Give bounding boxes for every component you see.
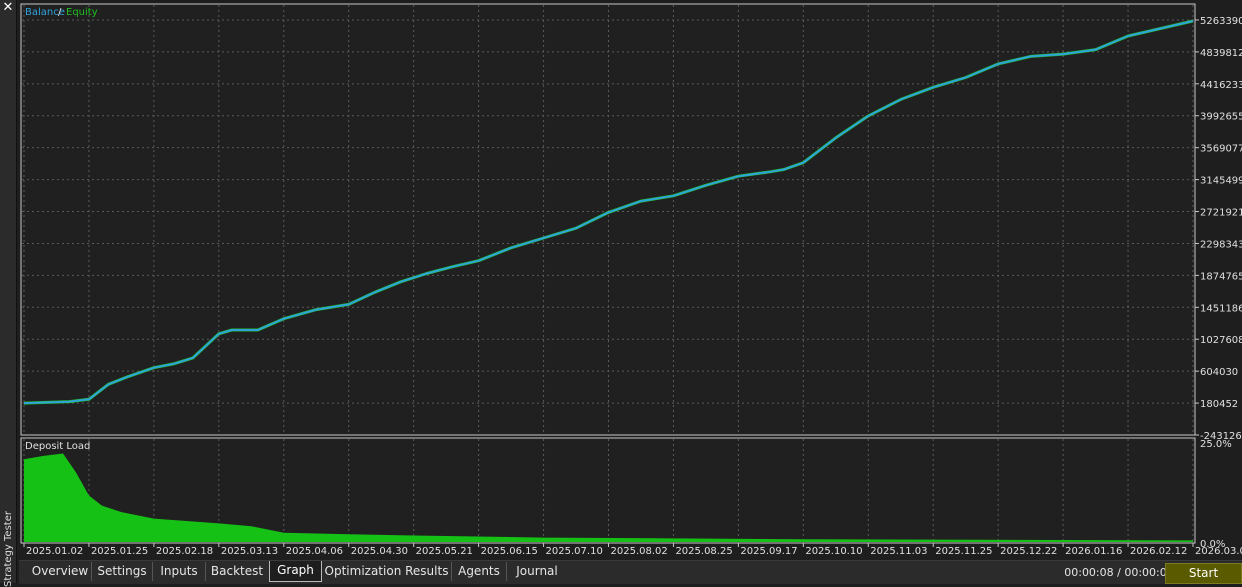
x-tick-label: 2025.11.03 [870, 546, 927, 557]
legend-equity: Equity [66, 7, 98, 18]
tab-overview[interactable]: Overview [29, 562, 92, 581]
x-tick-label: 2025.08.02 [611, 546, 668, 557]
x-tick-label: 2025.02.18 [156, 546, 213, 557]
tester-tab-bar: Overview Settings Inputs Backtest Graph … [19, 560, 1242, 584]
x-tick-label: 2025.01.02 [26, 546, 83, 557]
panel-title: Strategy Tester [3, 511, 14, 587]
x-tick-label: 2025.04.30 [351, 546, 408, 557]
y-tick-label: 4416233 [1200, 80, 1242, 91]
y-tick-label: 2721921 [1200, 208, 1242, 219]
y-tick-label: 180452 [1200, 399, 1238, 410]
tab-inputs[interactable]: Inputs [153, 562, 206, 581]
x-tick-label: 2025.11.25 [935, 546, 992, 557]
tab-settings[interactable]: Settings [92, 562, 153, 581]
x-tick-label: 2025.03.13 [221, 546, 278, 557]
y-tick-label: 3569077 [1200, 144, 1242, 155]
y-tick-label: 4839812 [1200, 48, 1242, 59]
x-tick-label: 2025.04.06 [286, 546, 343, 557]
x-tick-label: 2025.08.25 [675, 546, 732, 557]
y-tick-label: 2298343 [1200, 239, 1242, 250]
y-tick-label: 5263390 [1200, 16, 1242, 27]
y-tick-label: 0.0% [1200, 539, 1225, 550]
strategy-tester-side-panel: ✕ Strategy Tester [0, 0, 17, 587]
x-tick-label: 2026.01.16 [1065, 546, 1122, 557]
elapsed-time: 00:00:08 / 00:00:08 [1064, 566, 1174, 579]
x-tick-label: 2025.07.10 [546, 546, 603, 557]
x-tick-label: 2026.02.12 [1130, 546, 1187, 557]
tab-graph[interactable]: Graph [269, 561, 322, 582]
graph-area: 2025.01.02 2025.01.25 2025.02.18 2025.03.13… [19, 2, 1242, 559]
x-tick-label: 2025.01.25 [91, 546, 148, 557]
chart-svg: 2025.01.02 2025.01.25 2025.02.18 2025.03.13… [20, 3, 1242, 557]
x-tick-label: 2025.10.10 [805, 546, 862, 557]
tab-journal[interactable]: Journal [507, 562, 567, 581]
tab-agents[interactable]: Agents [452, 562, 507, 581]
x-tick-label: 2025.09.17 [740, 546, 797, 557]
y-tick-label: 3145499 [1200, 176, 1242, 187]
start-button[interactable]: Start [1165, 563, 1242, 584]
y-tick-label: 1451186 [1200, 303, 1242, 314]
tab-optimization-results[interactable]: Optimization Results [322, 562, 452, 581]
y-tick-label: 1027608 [1200, 335, 1242, 346]
close-icon[interactable]: ✕ [1, 0, 15, 16]
y-tick-label: 1874765 [1200, 271, 1242, 282]
y-tick-label: 25.0% [1200, 439, 1232, 450]
x-tick-label: 2025.12.22 [1000, 546, 1057, 557]
y-tick-label: 604030 [1200, 367, 1238, 378]
x-tick-label: 2025.06.15 [481, 546, 538, 557]
x-tick-label: 2025.05.21 [416, 546, 473, 557]
tab-backtest[interactable]: Backtest [206, 562, 268, 581]
y-tick-label: 3992655 [1200, 112, 1242, 123]
deposit-load-title: Deposit Load [25, 441, 90, 452]
